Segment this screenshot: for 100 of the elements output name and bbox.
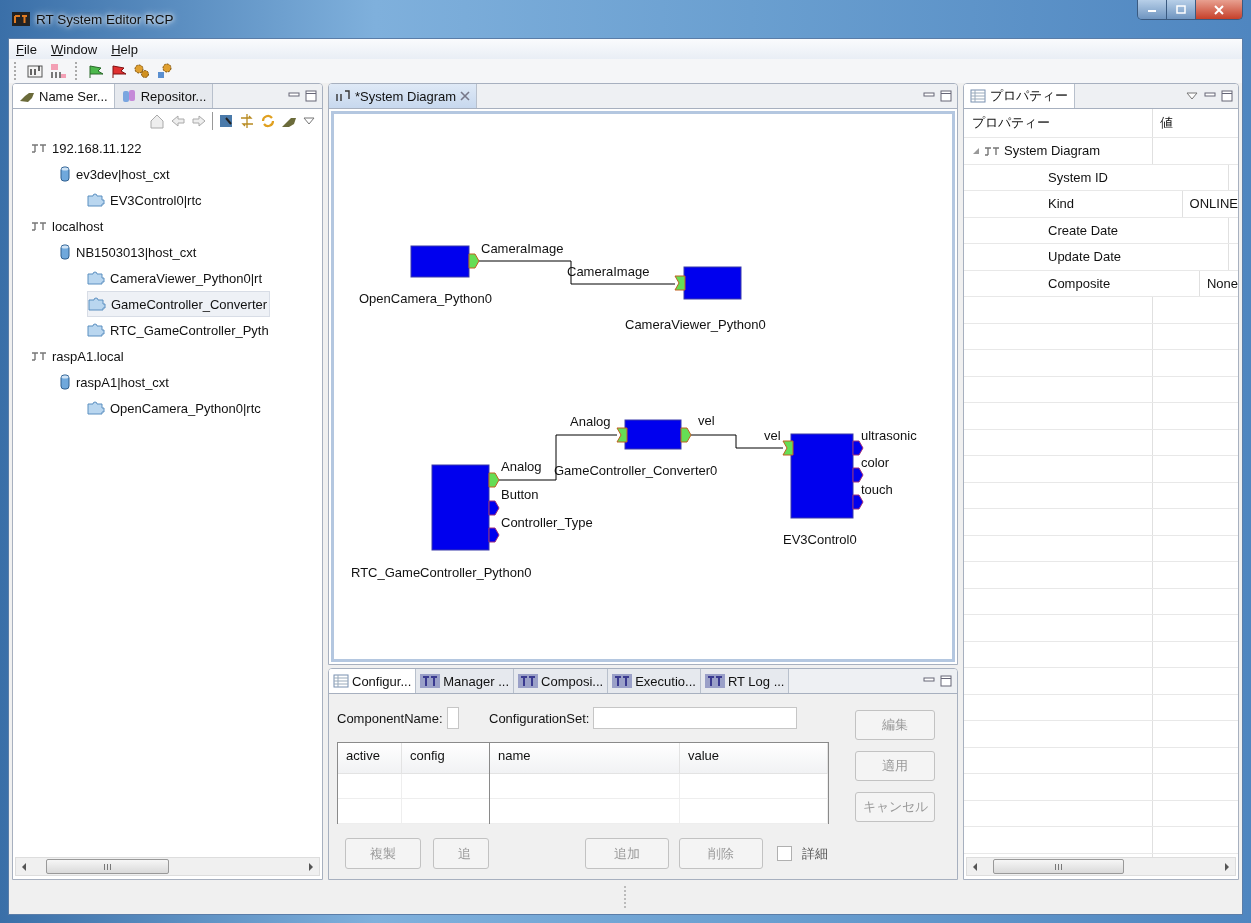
port-label: Button: [501, 487, 539, 502]
rt-icon: [518, 674, 539, 688]
input-field[interactable]: [593, 707, 798, 729]
panel-tab[interactable]: Name Ser...: [13, 84, 115, 108]
panel-tab[interactable]: Manager ...: [416, 669, 515, 693]
maximize-button[interactable]: [1166, 0, 1195, 19]
rt-icon: [612, 674, 633, 688]
menu-item[interactable]: Help: [106, 41, 143, 57]
minimize-maximize-icon[interactable]: [923, 675, 953, 687]
column-header[interactable]: active: [338, 743, 402, 773]
editor-tab[interactable]: *System Diagram: [329, 84, 478, 108]
port-marker[interactable]: [852, 440, 864, 456]
resize-grip-icon[interactable]: [623, 886, 628, 908]
port-label: ultrasonic: [861, 428, 917, 443]
dropdown-icon[interactable]: [1186, 91, 1198, 101]
tree-item[interactable]: localhost: [31, 213, 106, 239]
host-icon: [984, 144, 1000, 157]
port-marker[interactable]: [616, 427, 628, 443]
expand-arrow-icon[interactable]: [972, 146, 980, 155]
port-marker[interactable]: [852, 494, 864, 510]
input-field[interactable]: [446, 707, 459, 729]
gears-icon[interactable]: [133, 63, 151, 79]
panel-tab[interactable]: Repositor...: [114, 84, 214, 108]
parameter-table[interactable]: name value: [489, 742, 829, 824]
port-label: vel: [698, 413, 715, 428]
property-value: ONLINE: [1189, 196, 1238, 212]
component-block[interactable]: [790, 433, 854, 519]
tree-item[interactable]: raspA1.local: [31, 343, 126, 369]
port-marker[interactable]: [782, 440, 794, 456]
port-marker[interactable]: [488, 527, 500, 543]
close-icon[interactable]: [460, 91, 471, 101]
tree-item[interactable]: raspA1|host_cxt: [59, 369, 171, 395]
component-block[interactable]: [624, 419, 682, 450]
link-arrows-icon[interactable]: [239, 113, 255, 129]
config-table[interactable]: active config: [337, 742, 489, 824]
window-title: RT System Editor RCP: [36, 11, 174, 27]
component-block[interactable]: [410, 245, 470, 278]
port-label: Analog: [570, 414, 611, 429]
host-icon: [31, 220, 47, 232]
tree-item[interactable]: GameController_Converter: [87, 291, 271, 317]
menu-item[interactable]: Window: [45, 41, 103, 57]
panel-tab[interactable]: Executio...: [608, 669, 701, 693]
column-header[interactable]: value: [680, 743, 828, 773]
port-marker[interactable]: [488, 500, 500, 516]
diagram-canvas[interactable]: CameraImage CameraImage OpenCamera_Python0 CameraViewer_Python0 Analog vel vel ultrasonic Analog color GameController_Converter0 Button touch Controller_Type EV3Control0 RTC_GameController_Python0: [331, 111, 955, 662]
puzzle-icon: [87, 193, 105, 207]
panel-tab[interactable]: Configur...: [329, 669, 417, 693]
flag-icon[interactable]: [110, 63, 128, 79]
host-icon: [31, 142, 47, 154]
component-block[interactable]: [683, 266, 742, 300]
tree-item[interactable]: EV3Control0|rtc: [87, 187, 204, 213]
property-name: Create Date: [1048, 222, 1119, 238]
tree-item[interactable]: ev3dev|host_cxt: [59, 161, 172, 187]
checkbox-label[interactable]: 詳細: [802, 844, 828, 863]
collapse-icon[interactable]: [218, 113, 234, 129]
horizontal-scrollbar[interactable]: [15, 857, 320, 876]
minimize-maximize-icon[interactable]: [288, 90, 318, 102]
port-marker[interactable]: [488, 472, 500, 488]
horizontal-scrollbar[interactable]: [966, 857, 1236, 876]
gears-icon[interactable]: [156, 63, 174, 79]
close-button[interactable]: [1195, 0, 1242, 19]
port-marker[interactable]: [674, 275, 686, 291]
port-label: color: [861, 455, 890, 470]
port-marker[interactable]: [680, 427, 692, 443]
port-marker[interactable]: [852, 467, 864, 483]
panel-tab[interactable]: プロパティー: [964, 84, 1075, 108]
off-icon[interactable]: [49, 63, 67, 79]
tree-item[interactable]: OpenCamera_Python0|rtc: [87, 395, 263, 421]
panel-tab[interactable]: RT Log ...: [700, 669, 790, 693]
puzzle-icon: [87, 401, 105, 415]
minimize-button[interactable]: [1138, 0, 1166, 19]
component-block[interactable]: [431, 464, 490, 551]
menu-item[interactable]: File: [11, 41, 42, 57]
field-label: ConfigurationSet:: [489, 710, 590, 726]
cylinder-icon: [59, 374, 71, 390]
tree-item[interactable]: RTC_GameController_Pyth: [87, 317, 271, 343]
column-header[interactable]: 値: [1153, 109, 1238, 137]
cylinders-icon: [120, 89, 137, 103]
minimize-maximize-icon[interactable]: [1204, 90, 1234, 102]
column-header[interactable]: name: [490, 743, 680, 773]
port-marker[interactable]: [468, 253, 480, 269]
minimize-maximize-icon[interactable]: [923, 90, 953, 102]
component-label: RTC_GameController_Python0: [351, 565, 532, 580]
column-header[interactable]: プロパティー: [964, 109, 1153, 137]
dropdown-icon[interactable]: [302, 116, 316, 126]
tree-item[interactable]: CameraViewer_Python0|rt: [87, 265, 264, 291]
host-icon: [31, 350, 47, 362]
port-label: CameraImage: [567, 264, 650, 279]
field-label: ComponentName:: [337, 710, 443, 726]
flag-icon[interactable]: [87, 63, 105, 79]
connector-line[interactable]: [478, 260, 676, 285]
rt-icon: [704, 674, 725, 688]
tree-item[interactable]: 192.168.11.122: [31, 135, 144, 161]
property-name: System ID: [1048, 169, 1108, 185]
panel-tab[interactable]: Composi...: [514, 669, 609, 693]
tree-item[interactable]: NB1503013|host_cxt: [59, 239, 199, 265]
port-label: touch: [861, 482, 893, 497]
checkbox[interactable]: [777, 846, 792, 861]
on-icon[interactable]: [26, 63, 44, 79]
rt-icon: [420, 674, 441, 688]
